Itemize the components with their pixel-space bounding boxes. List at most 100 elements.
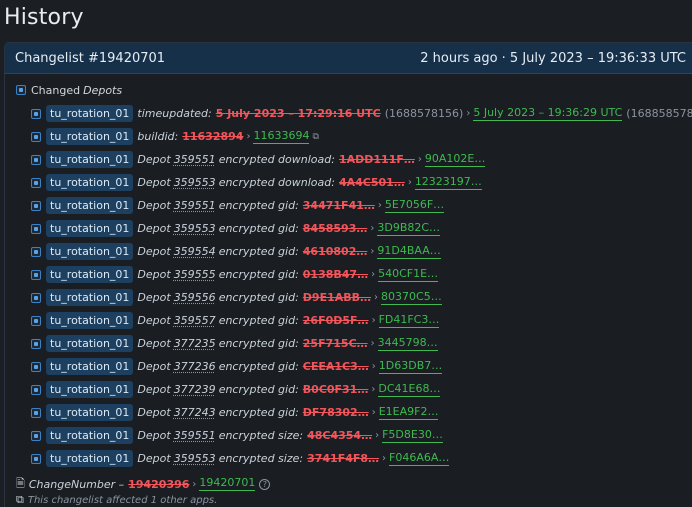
depot-link[interactable]: 377243	[174, 406, 216, 419]
new-value[interactable]: F5D8E30…	[382, 428, 443, 443]
app-tag[interactable]: tu_rotation_01	[46, 128, 134, 145]
section-bullet-icon	[16, 85, 26, 95]
change-key: Depot	[137, 360, 171, 373]
app-tag[interactable]: tu_rotation_01	[46, 335, 134, 352]
new-value[interactable]: 1D63DB7…	[378, 359, 443, 374]
change-arrow: ›	[371, 384, 376, 395]
new-value[interactable]: 11633694	[253, 129, 310, 144]
old-value[interactable]: 3741F4F8…	[307, 452, 379, 465]
change-number-new[interactable]: 19420701	[199, 477, 256, 491]
changelist-title[interactable]: Changelist #19420701	[15, 51, 165, 66]
depot-link[interactable]: 359553	[174, 176, 216, 189]
row-bullet-icon	[31, 131, 41, 142]
change-field: encrypted gid:	[218, 291, 299, 304]
app-tag[interactable]: tu_rotation_01	[46, 266, 134, 283]
app-tag[interactable]: tu_rotation_01	[46, 358, 134, 375]
old-value[interactable]: 5 July 2023 – 17:29:16 UTC	[216, 107, 381, 120]
change-arrow: ›	[370, 246, 375, 257]
depot-link[interactable]: 359551	[174, 153, 216, 166]
old-value[interactable]: 34471F41…	[303, 199, 375, 212]
depot-link[interactable]: 377235	[174, 337, 216, 350]
app-tag[interactable]: tu_rotation_01	[46, 404, 134, 421]
old-value[interactable]: 11632894	[182, 130, 243, 143]
app-tag[interactable]: tu_rotation_01	[46, 197, 134, 214]
change-arrow: ›	[407, 177, 412, 188]
row-bullet-icon	[31, 453, 41, 464]
change-row: tu_rotation_01 buildid: 11632894 › 11633694 ⧉	[31, 125, 692, 148]
row-bullet-icon	[31, 361, 41, 372]
app-tag[interactable]: tu_rotation_01	[46, 220, 134, 237]
app-tag[interactable]: tu_rotation_01	[46, 289, 134, 306]
app-tag[interactable]: tu_rotation_01	[46, 174, 134, 191]
change-row: tu_rotation_01 Depot 359553 encrypted size:…	[31, 447, 692, 470]
depot-link[interactable]: 359551	[174, 429, 216, 442]
depot-link[interactable]: 359555	[174, 268, 216, 281]
old-value[interactable]: CEEA1C3…	[303, 360, 369, 373]
depot-link[interactable]: 359556	[174, 291, 216, 304]
old-value[interactable]: 8458593…	[303, 222, 368, 235]
change-arrow: ›	[371, 269, 376, 280]
app-tag[interactable]: tu_rotation_01	[46, 151, 134, 168]
old-value[interactable]: 1ADD111F…	[339, 153, 415, 166]
copy-icon[interactable]: ⧉	[312, 132, 318, 142]
row-bullet-icon	[31, 384, 41, 395]
old-value[interactable]: 4A4C501…	[339, 176, 405, 189]
depot-link[interactable]: 359557	[174, 314, 216, 327]
change-row: tu_rotation_01 Depot 377239 encrypted gid: B…	[31, 378, 692, 401]
row-bullet-icon	[31, 292, 41, 303]
old-value[interactable]: DF78302…	[303, 406, 369, 419]
change-arrow: ›	[374, 292, 379, 303]
old-value[interactable]: 0138B47…	[303, 268, 368, 281]
old-value[interactable]: D9E1ABB…	[303, 291, 371, 304]
old-value[interactable]: 48C4354…	[307, 429, 372, 442]
new-value[interactable]: 91D4BAA…	[377, 244, 441, 259]
new-value[interactable]: FD41FC3…	[378, 313, 440, 328]
new-value[interactable]: 5E7056F…	[384, 198, 445, 213]
depot-link[interactable]: 359553	[174, 222, 216, 235]
old-value[interactable]: 4610802…	[303, 245, 368, 258]
new-value[interactable]: 80370C5…	[381, 290, 442, 305]
change-row: tu_rotation_01 Depot 359556 encrypted gid: D…	[31, 286, 692, 309]
old-value[interactable]: 25F715C…	[303, 337, 368, 350]
change-row: tu_rotation_01 Depot 359555 encrypted gid: 0…	[31, 263, 692, 286]
new-value[interactable]: DC41E68…	[378, 382, 441, 397]
new-value[interactable]: 3445798…	[377, 336, 438, 351]
new-value[interactable]: 540CF1E…	[378, 267, 439, 282]
new-value[interactable]: F046A6A…	[389, 451, 450, 466]
app-tag[interactable]: tu_rotation_01	[46, 105, 134, 122]
new-value[interactable]: 90A102E…	[424, 152, 486, 167]
app-tag[interactable]: tu_rotation_01	[46, 427, 134, 444]
change-arrow: ›	[370, 223, 375, 234]
change-key: Depot	[137, 291, 171, 304]
depot-link[interactable]: 377239	[174, 383, 216, 396]
footer: 🗎 ChangeNumber – 19420396 › 19420701 ? ⧉…	[16, 476, 692, 507]
change-key: Depot	[137, 176, 171, 189]
change-row: tu_rotation_01 timeupdated: 5 July 2023 – …	[31, 102, 692, 125]
change-arrow: ›	[371, 407, 376, 418]
change-arrow: ›	[377, 200, 382, 211]
row-bullet-icon	[31, 246, 41, 257]
app-tag[interactable]: tu_rotation_01	[46, 243, 134, 260]
depot-link[interactable]: 359554	[174, 245, 216, 258]
change-field: encrypted gid:	[218, 406, 299, 419]
new-value[interactable]: 3D9B82C…	[377, 221, 441, 236]
old-value[interactable]: B0C0F31…	[303, 383, 369, 396]
old-value[interactable]: 26F0D5F…	[303, 314, 369, 327]
new-value[interactable]: 5 July 2023 – 19:36:29 UTC	[473, 106, 623, 121]
depot-link[interactable]: 377236	[174, 360, 216, 373]
change-key: Depot	[137, 429, 171, 442]
change-number-old[interactable]: 19420396	[128, 478, 189, 491]
depot-link[interactable]: 359551	[174, 199, 216, 212]
app-tag[interactable]: tu_rotation_01	[46, 312, 134, 329]
change-list: tu_rotation_01 timeupdated: 5 July 2023 – …	[31, 102, 692, 470]
depot-link[interactable]: 359553	[174, 452, 216, 465]
help-icon[interactable]: ?	[259, 478, 271, 490]
new-value[interactable]: 12323197…	[414, 175, 482, 190]
affected-apps-row: ⧉ This changelist affected 1 other apps.	[16, 492, 692, 507]
change-arrow: ›	[371, 315, 376, 326]
row-bullet-icon	[31, 269, 41, 280]
app-tag[interactable]: tu_rotation_01	[46, 381, 134, 398]
app-tag[interactable]: tu_rotation_01	[46, 450, 134, 467]
new-value[interactable]: E1EA9F2…	[378, 405, 439, 420]
change-row: tu_rotation_01 Depot 359553 encrypted gid: 8…	[31, 217, 692, 240]
